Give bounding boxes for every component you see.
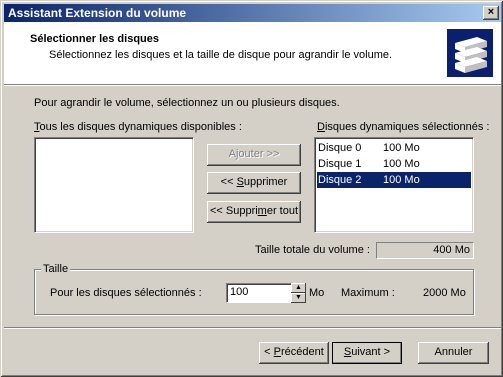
disk-name: Disque 2 xyxy=(318,174,362,186)
instruction-text: Pour agrandir le volume, sélectionnez un… xyxy=(34,97,340,109)
cancel-button[interactable]: Annuler xyxy=(418,342,489,364)
total-size-value: 400 Mo xyxy=(376,242,474,259)
available-disks-list[interactable] xyxy=(34,137,194,233)
size-stepper[interactable]: ▲ ▼ xyxy=(291,283,306,303)
remove-button[interactable]: << Supprimer xyxy=(207,172,301,194)
disk-name: Disque 0 xyxy=(318,142,362,154)
disk-name: Disque 1 xyxy=(318,158,362,170)
disk-size: 100 Mo xyxy=(383,142,420,154)
list-item[interactable]: Disque 0 100 Mo xyxy=(317,140,471,156)
back-button[interactable]: < Précédent xyxy=(259,342,329,364)
maximum-value: 2000 Mo xyxy=(423,287,466,299)
stepper-up-icon[interactable]: ▲ xyxy=(291,283,306,293)
wizard-header: Sélectionner les disques Sélectionnez le… xyxy=(4,22,501,84)
maximum-label: Maximum : xyxy=(341,287,395,299)
disk-size: 100 Mo xyxy=(383,174,420,186)
available-disks-label: Tous les disques dynamiques disponibles … xyxy=(34,121,242,133)
close-icon: × xyxy=(487,6,495,18)
selected-disks-label: Disques dynamiques sélectionnés : xyxy=(317,121,490,133)
close-button[interactable]: × xyxy=(483,6,499,20)
wizard-window: Assistant Extension du volume × Sélectio… xyxy=(0,0,503,377)
disk-stack-icon xyxy=(447,29,493,77)
total-size-label: Taille totale du volume : xyxy=(255,244,370,256)
window-title: Assistant Extension du volume xyxy=(8,6,187,20)
header-subtitle: Sélectionnez les disques et la taille de… xyxy=(49,49,393,61)
disk-size: 100 Mo xyxy=(383,158,420,170)
header-title: Sélectionner les disques xyxy=(30,33,159,45)
selected-disks-list[interactable]: Disque 0 100 Mo Disque 1 100 Mo Disque 2… xyxy=(314,137,474,233)
title-bar[interactable]: Assistant Extension du volume × xyxy=(4,4,501,22)
remove-all-button[interactable]: << Supprimer tout xyxy=(207,201,301,223)
next-button[interactable]: Suivant > xyxy=(332,342,402,364)
stepper-down-icon[interactable]: ▼ xyxy=(291,293,306,303)
header-divider xyxy=(4,84,501,86)
footer-divider xyxy=(4,327,501,329)
list-item[interactable]: Disque 1 100 Mo xyxy=(317,156,471,172)
size-field-label: Pour les disques sélectionnés : xyxy=(50,287,202,299)
size-input[interactable]: 100 xyxy=(226,283,292,303)
list-item-selected[interactable]: Disque 2 100 Mo xyxy=(317,172,471,188)
add-button[interactable]: Ajouter >> xyxy=(207,144,301,166)
size-group-label: Taille xyxy=(41,263,71,275)
size-unit: Mo xyxy=(309,287,325,299)
